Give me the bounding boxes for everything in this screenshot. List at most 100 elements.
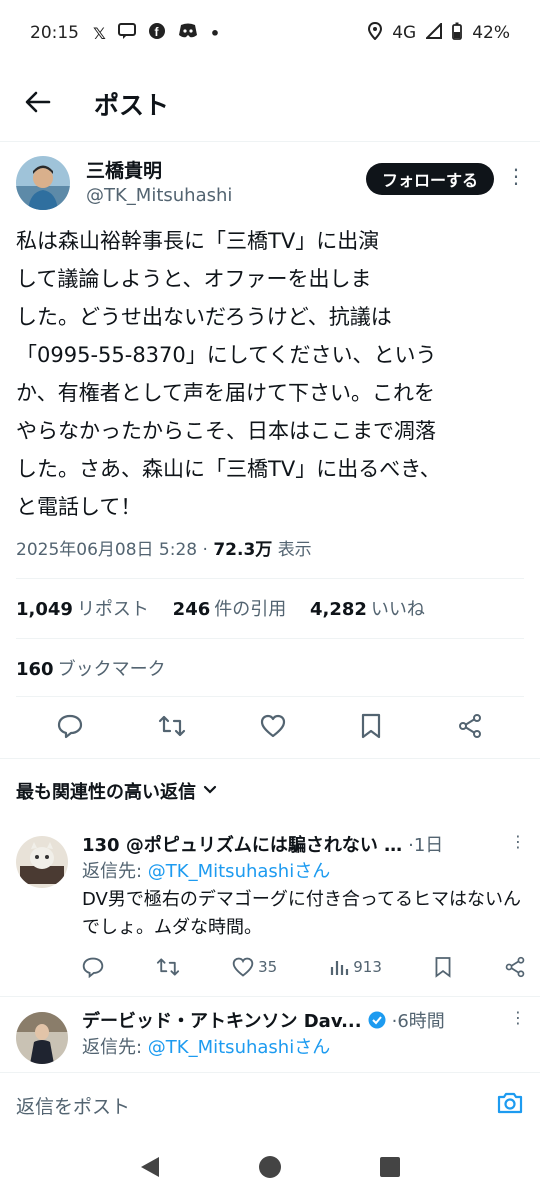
reply-author-name[interactable]: 130 @ポピュリズムには騙されない … xyxy=(82,831,402,857)
reply-sort-selector[interactable]: 最も関連性の高い返信 xyxy=(16,778,218,804)
analytics-icon xyxy=(331,961,349,975)
reply-composer[interactable]: 返信をポスト xyxy=(0,1072,540,1138)
bookmark-icon xyxy=(435,957,451,978)
reply-time[interactable]: ·6時間 xyxy=(392,1007,445,1033)
quote-label: 件の引用 xyxy=(214,599,287,620)
status-right: 4G 42% xyxy=(368,21,510,45)
reply-avatar[interactable] xyxy=(16,1012,68,1064)
reply-like-count: 35 xyxy=(258,958,278,976)
reply-time[interactable]: ·1日 xyxy=(408,831,443,857)
like-stat[interactable]: 4,282 いいね xyxy=(310,599,425,620)
system-nav-bar xyxy=(0,1138,540,1199)
repost-label: リポスト xyxy=(76,599,149,620)
signal-icon xyxy=(424,21,443,44)
discord-notification-icon xyxy=(178,23,198,43)
bookmark-icon[interactable] xyxy=(360,713,382,743)
author-names: 三橋貴明 @TK_Mitsuhashi xyxy=(86,158,232,208)
x-notification-icon: 𝕏 xyxy=(93,23,106,43)
post-author: 三橋貴明 @TK_Mitsuhashi フォローする ⋮ xyxy=(16,150,526,216)
post-stats: 1,049 リポスト 246 件の引用 4,282 いいね xyxy=(16,595,425,621)
like-icon[interactable] xyxy=(260,713,286,743)
reply-reply-button[interactable] xyxy=(82,956,104,978)
reply-input[interactable]: 返信をポスト xyxy=(16,1092,130,1119)
nav-home-icon[interactable] xyxy=(258,1155,282,1183)
page-title: ポスト xyxy=(94,90,170,120)
nav-recents-icon[interactable] xyxy=(379,1156,401,1182)
reply-header: デービッド・アトキンソン Dav... ·6時間 xyxy=(82,1006,526,1034)
reply-view-count: 913 xyxy=(353,958,382,976)
view-count: 72.3万 xyxy=(213,540,273,560)
reply-to: 返信先: @TK_Mitsuhashiさん xyxy=(82,1034,526,1062)
bookmark-label: ブックマーク xyxy=(57,659,166,680)
reply-share-button[interactable] xyxy=(504,956,526,978)
location-icon xyxy=(368,21,383,45)
reply-text: DV男で極右のデマゴーグに付き合ってるヒマはないんでしょ。ムダな時間。 xyxy=(82,889,521,938)
author-avatar[interactable] xyxy=(16,156,70,210)
repost-count: 1,049 xyxy=(16,599,73,620)
app-bar: ポスト xyxy=(0,66,540,142)
chat-notification-icon xyxy=(117,22,136,44)
divider xyxy=(16,638,524,639)
repost-icon xyxy=(156,958,180,976)
reply-repost-button[interactable] xyxy=(156,956,180,978)
battery-icon xyxy=(452,22,463,45)
quote-count: 246 xyxy=(172,599,211,620)
reply-to: 返信先: @TK_Mitsuhashiさん xyxy=(82,858,526,886)
repost-stat[interactable]: 1,049 リポスト xyxy=(16,599,149,620)
reply-icon xyxy=(82,957,104,978)
back-button[interactable] xyxy=(0,66,76,142)
author-name[interactable]: 三橋貴明 xyxy=(86,158,232,184)
reply-bookmark-button[interactable] xyxy=(434,956,452,978)
facebook-notification-icon: f xyxy=(148,22,166,44)
divider xyxy=(0,758,540,759)
share-icon xyxy=(505,956,525,978)
reply-avatar[interactable] xyxy=(16,836,68,888)
reply-to-handle[interactable]: @TK_Mitsuhashiさん xyxy=(148,1037,330,1058)
reply-to-handle[interactable]: @TK_Mitsuhashiさん xyxy=(148,861,330,882)
reply-content: 130 @ポピュリズムには騙されない … ·1日 ⋮ 返信先: @TK_Mits… xyxy=(82,830,526,978)
status-bar: 20:15 𝕏 f • 4G 42% xyxy=(0,0,540,66)
view-label: 表示 xyxy=(277,540,312,560)
post-action-bar xyxy=(0,700,540,756)
post-meta: 2025年06月08日 5:28 · 72.3万 表示 xyxy=(16,535,312,560)
reply-item[interactable]: 130 @ポピュリズムには騙されない … ·1日 ⋮ 返信先: @TK_Mits… xyxy=(16,830,526,978)
more-options-icon[interactable]: ⋮ xyxy=(510,1008,526,1027)
repost-icon[interactable] xyxy=(158,713,186,743)
reply-views-button[interactable]: 913 xyxy=(329,957,382,977)
network-type: 4G xyxy=(392,23,417,43)
reply-to-prefix: 返信先: xyxy=(82,1037,148,1058)
share-icon[interactable] xyxy=(457,713,483,743)
divider xyxy=(0,996,540,997)
reply-icon[interactable] xyxy=(57,713,83,743)
like-label: いいね xyxy=(370,599,425,620)
reply-like-button[interactable]: 35 xyxy=(232,956,277,978)
reply-sort-label: 最も関連性の高い返信 xyxy=(16,782,196,803)
reply-content: デービッド・アトキンソン Dav... ·6時間 ⋮ 返信先: @TK_Mits… xyxy=(82,1006,526,1062)
reply-action-bar: 35 913 xyxy=(82,956,526,978)
like-count: 4,282 xyxy=(309,599,367,620)
camera-icon[interactable] xyxy=(496,1091,524,1120)
arrow-left-icon xyxy=(25,89,51,119)
more-options-icon[interactable]: ⋮ xyxy=(506,164,526,188)
reply-item[interactable]: デービッド・アトキンソン Dav... ·6時間 ⋮ 返信先: @TK_Mits… xyxy=(16,1006,526,1064)
like-icon xyxy=(232,957,254,977)
follow-button[interactable]: フォローする xyxy=(365,163,494,195)
meta-separator: · xyxy=(202,540,208,560)
reply-header: 130 @ポピュリズムには騙されない … ·1日 xyxy=(82,830,526,858)
battery-percent: 42% xyxy=(472,23,510,43)
more-notifications-icon: • xyxy=(209,23,221,43)
author-handle[interactable]: @TK_Mitsuhashi xyxy=(86,184,232,208)
nav-back-icon[interactable] xyxy=(139,1155,161,1183)
bookmark-stat[interactable]: 160 ブックマーク xyxy=(16,655,166,681)
reply-author-name[interactable]: デービッド・アトキンソン Dav... xyxy=(82,1007,362,1033)
verified-badge-icon xyxy=(368,1011,386,1029)
more-options-icon[interactable]: ⋮ xyxy=(510,832,526,851)
post-text: 私は森山裕幹事長に「三橋TV」に出演 して議論しようと、オファーを出しま した。… xyxy=(16,229,441,519)
chevron-down-icon xyxy=(202,781,218,802)
reply-to-prefix: 返信先: xyxy=(82,861,148,882)
post-datetime[interactable]: 2025年06月08日 5:28 xyxy=(16,540,197,560)
divider xyxy=(16,578,524,579)
quote-stat[interactable]: 246 件の引用 xyxy=(173,599,287,620)
divider xyxy=(16,696,524,697)
bookmark-count: 160 xyxy=(16,659,54,680)
